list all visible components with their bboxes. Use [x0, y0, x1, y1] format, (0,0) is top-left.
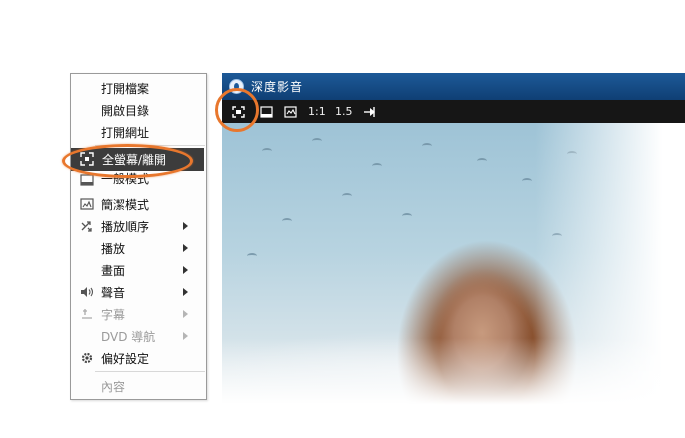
- submenu-arrow-icon: [183, 266, 188, 274]
- menu-item-preferences[interactable]: 偏好設定: [71, 347, 206, 369]
- gear-icon: [80, 351, 94, 365]
- submenu-arrow-icon: [183, 310, 188, 318]
- menu-item-normal-mode[interactable]: 一般模式: [71, 171, 206, 188]
- fullscreen-icon[interactable]: [231, 104, 245, 119]
- menu-item-video[interactable]: 畫面: [71, 259, 206, 281]
- player-toolbar: 1:1 1.5: [222, 100, 685, 123]
- menu-item-audio[interactable]: 聲音: [71, 281, 206, 303]
- normal-mode-icon: [80, 173, 94, 187]
- menu-item-fullscreen[interactable]: 全螢幕/離開: [71, 148, 204, 171]
- menu-item-open-file[interactable]: 打開檔案: [71, 77, 206, 99]
- menu-item-dvd-nav[interactable]: DVD 導航: [71, 325, 206, 347]
- video-frame[interactable]: [222, 123, 685, 408]
- window-title: 深度影音: [251, 80, 304, 94]
- submenu-arrow-icon: [183, 222, 188, 230]
- menu-item-simple-mode[interactable]: 簡潔模式: [71, 193, 206, 215]
- simple-mode-icon[interactable]: [283, 104, 297, 119]
- pin-icon[interactable]: [362, 104, 376, 119]
- scale-1-button[interactable]: 1:1: [308, 104, 326, 119]
- scale-1-5-button[interactable]: 1.5: [335, 104, 353, 119]
- menu-item-play[interactable]: 播放: [71, 237, 206, 259]
- simple-mode-icon: [80, 197, 94, 211]
- subtitle-icon: [80, 307, 94, 321]
- menu-separator: [95, 371, 205, 372]
- submenu-arrow-icon: [183, 288, 188, 296]
- player-window: 深度影音 1:1 1.5: [222, 73, 685, 408]
- fade-overlay: [222, 338, 685, 408]
- menu-item-subtitle[interactable]: 字幕: [71, 303, 206, 325]
- title-bar: 深度影音: [222, 73, 685, 100]
- menu-item-open-url[interactable]: 打開網址: [71, 121, 206, 143]
- fullscreen-icon: [80, 152, 94, 166]
- shuffle-icon: [80, 219, 94, 233]
- app-logo-icon: [229, 79, 244, 94]
- menu-separator: [95, 145, 205, 146]
- submenu-arrow-icon: [183, 244, 188, 252]
- submenu-arrow-icon: [183, 332, 188, 340]
- menu-item-properties[interactable]: 內容: [71, 375, 206, 397]
- compact-mode-icon[interactable]: [259, 104, 273, 119]
- menu-item-play-order[interactable]: 播放順序: [71, 215, 206, 237]
- context-menu: 打開檔案 開啟目錄 打開網址 全螢幕/離開 一般模式 簡潔模式 播放順序 播放 …: [70, 73, 207, 400]
- menu-item-open-folder[interactable]: 開啟目錄: [71, 99, 206, 121]
- volume-icon: [80, 285, 94, 299]
